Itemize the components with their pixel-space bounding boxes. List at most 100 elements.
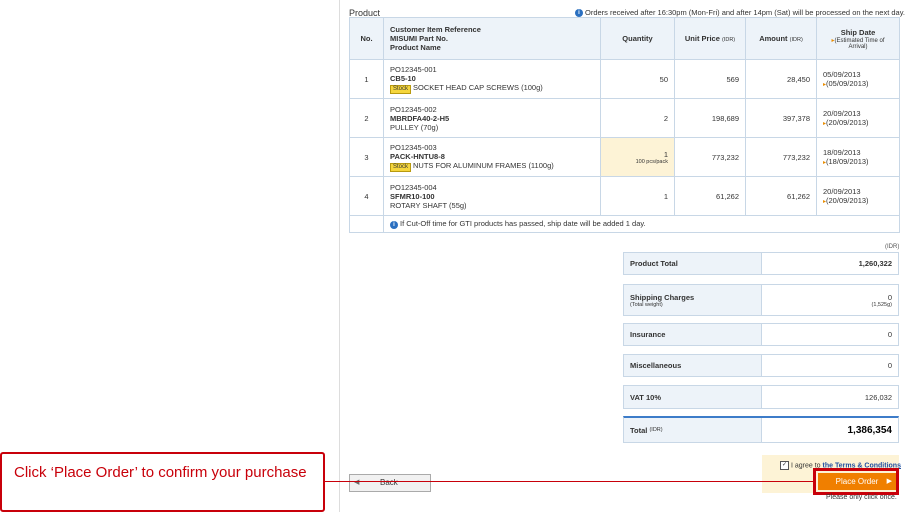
footnote-text: If Cut-Off time for GTI products has pas… xyxy=(400,219,646,229)
misc-label: Miscellaneous xyxy=(624,355,762,376)
back-button[interactable]: ◀ Back xyxy=(349,474,431,492)
ship-date: 05/09/2013 xyxy=(823,70,861,79)
row-ship-date: 20/09/2013 ▸(20/09/2013) xyxy=(816,98,900,138)
quantity-value: 1 xyxy=(663,149,668,159)
ship-date: 20/09/2013 xyxy=(823,187,861,196)
total-weight-value: (1,525g) xyxy=(871,301,893,308)
table-row: 4 PO12345-004 SFMR10-100 ROTARY SHAFT (5… xyxy=(349,176,900,216)
part-number: CB5-10 xyxy=(390,73,416,83)
shipping-value-cell: 0 (1,525g) xyxy=(762,285,898,315)
row-amount: 397,378 xyxy=(745,98,817,138)
product-name: SOCKET HEAD CAP SCREWS (100g) xyxy=(413,82,543,92)
grand-total-label-cell: Total (IDR) xyxy=(624,418,762,442)
header-amount: Amount (IDR) xyxy=(745,17,817,60)
shipping-row: Shipping Charges (Total weight) 0 (1,525… xyxy=(623,284,899,316)
header-ship-date-label: Ship Date xyxy=(840,27,876,37)
row-ship-date: 18/09/2013 ▸(18/09/2013) xyxy=(816,137,900,177)
row-no: 3 xyxy=(349,137,384,177)
header-reference: Customer Item Reference MISUMI Part No. … xyxy=(383,17,601,60)
info-icon: i xyxy=(575,9,583,18)
header-amount-label: Amount xyxy=(759,34,788,43)
header-unit-price: Unit Price (IDR) xyxy=(674,17,746,60)
instruction-callout: Click ‘Place Order’ to confirm your purc… xyxy=(0,452,325,512)
header-quantity: Quantity xyxy=(600,17,675,60)
product-total-value: 1,260,322 xyxy=(858,259,892,268)
row-quantity: 2 xyxy=(600,98,675,138)
row-ship-date: 05/09/2013 ▸(05/09/2013) xyxy=(816,59,900,99)
customer-ref: PO12345-004 xyxy=(390,182,437,192)
product-name: ROTARY SHAFT (55g) xyxy=(390,200,467,210)
part-number: PACK-HNTU8-8 xyxy=(390,151,445,161)
row-unit-price: 773,232 xyxy=(674,137,746,177)
row-quantity: 1 xyxy=(600,176,675,216)
pack-size: 100 pcs/pack xyxy=(635,158,668,165)
row-quantity: 50 xyxy=(600,59,675,99)
table-footnote: i If Cut-Off time for GTI products has pa… xyxy=(383,215,900,233)
eta-line: ▸(20/09/2013) xyxy=(823,118,893,127)
table-row: 1 PO12345-001 CB5-10 Stock SOCKET HEAD CA… xyxy=(349,59,900,99)
product-name-line: Stock NUTS FOR ALUMINUM FRAMES (1100g) xyxy=(390,161,594,172)
currency-label: (IDR) xyxy=(885,244,900,250)
cutoff-notice-text: Orders received after 16:30pm (Mon-Fri) … xyxy=(585,8,906,17)
header-ref-line1: Customer Item Reference xyxy=(390,25,481,34)
table-header-row: No. Customer Item Reference MISUMI Part … xyxy=(349,17,900,60)
eta-line: ▸(05/09/2013) xyxy=(823,79,893,88)
eta-date: (20/09/2013) xyxy=(826,196,869,205)
header-unit-price-unit: (IDR) xyxy=(721,37,736,43)
grand-total-value: 1,386,354 xyxy=(847,424,893,436)
cutoff-notice: i Orders received after 16:30pm (Mon-Fri)… xyxy=(575,8,906,18)
misc-row: Miscellaneous 0 xyxy=(623,354,899,377)
product-name: NUTS FOR ALUMINUM FRAMES (1100g) xyxy=(413,160,554,170)
header-ref-line2: MISUMI Part No. xyxy=(390,34,448,43)
items-table: No. Customer Item Reference MISUMI Part … xyxy=(349,17,900,233)
total-weight-label: (Total weight) xyxy=(630,301,663,308)
footnote-spacer xyxy=(349,215,384,233)
row-unit-price: 61,262 xyxy=(674,176,746,216)
row-no: 2 xyxy=(349,98,384,138)
insurance-label: Insurance xyxy=(624,324,762,345)
row-unit-price: 569 xyxy=(674,59,746,99)
product-name: PULLEY (70g) xyxy=(390,122,439,132)
eta-line: ▸(18/09/2013) xyxy=(823,157,893,166)
row-unit-price: 198,689 xyxy=(674,98,746,138)
info-icon: i xyxy=(390,220,398,229)
agree-checkbox[interactable]: ✓ xyxy=(780,461,789,470)
row-reference: PO12345-002 MBRDFA40-2-H5 PULLEY (70g) xyxy=(383,98,601,138)
header-eta-note: ▸(Estimated Time of Arrival) xyxy=(823,37,893,50)
table-row: 3 PO12345-003 PACK-HNTU8-8 Stock NUTS FOR… xyxy=(349,137,900,177)
header-ship-date: Ship Date ▸(Estimated Time of Arrival) xyxy=(816,17,900,60)
header-amount-unit: (IDR) xyxy=(789,37,803,43)
row-reference: PO12345-004 SFMR10-100 ROTARY SHAFT (55g… xyxy=(383,176,601,216)
row-amount: 773,232 xyxy=(745,137,817,177)
row-no: 4 xyxy=(349,176,384,216)
part-number: SFMR10-100 xyxy=(390,191,435,201)
grand-total-unit: (IDR) xyxy=(649,427,663,433)
shipping-label: Shipping Charges xyxy=(630,292,695,302)
eta-date: (20/09/2013) xyxy=(826,118,869,127)
grand-total-label: Total xyxy=(630,425,648,435)
customer-ref: PO12345-002 xyxy=(390,104,437,114)
table-row: 2 PO12345-002 MBRDFA40-2-H5 PULLEY (70g)… xyxy=(349,98,900,138)
row-quantity: 1 100 pcs/pack xyxy=(600,137,675,177)
misc-value: 0 xyxy=(887,361,892,370)
stock-badge: Stock xyxy=(390,162,412,172)
header-unit-price-label: Unit Price xyxy=(684,34,720,43)
product-total-label: Product Total xyxy=(624,253,762,274)
header-no: No. xyxy=(349,17,384,60)
row-no: 1 xyxy=(349,59,384,99)
shipping-value: 0 xyxy=(887,292,892,302)
customer-ref: PO12345-001 xyxy=(390,64,437,74)
callout-connector-line xyxy=(325,481,813,482)
eta-line: ▸(20/09/2013) xyxy=(823,196,893,205)
part-number: MBRDFA40-2-H5 xyxy=(390,113,450,123)
row-reference: PO12345-001 CB5-10 Stock SOCKET HEAD CAP … xyxy=(383,59,601,99)
vat-value: 126,032 xyxy=(864,392,892,402)
row-amount: 61,262 xyxy=(745,176,817,216)
ship-date: 18/09/2013 xyxy=(823,148,861,157)
row-ship-date: 20/09/2013 ▸(20/09/2013) xyxy=(816,176,900,216)
product-total-row: Product Total 1,260,322 xyxy=(623,252,899,275)
shipping-label-cell: Shipping Charges (Total weight) xyxy=(624,285,762,315)
click-once-note: Please only click once. xyxy=(826,494,897,501)
grand-total-row: Total (IDR) 1,386,354 xyxy=(623,416,899,443)
ship-date: 20/09/2013 xyxy=(823,109,861,118)
